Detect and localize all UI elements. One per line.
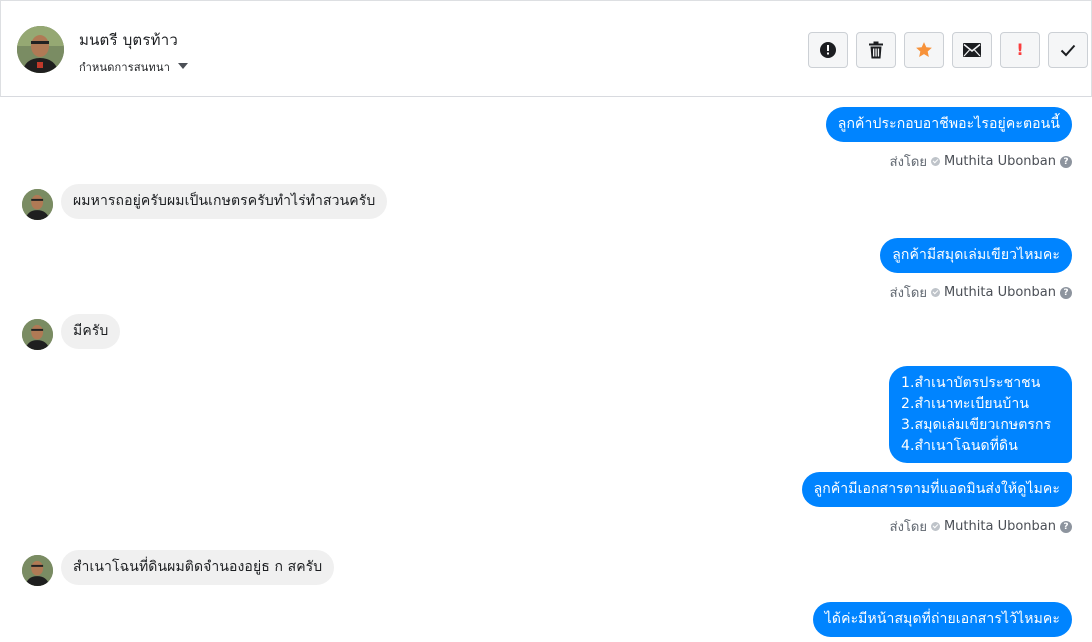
outgoing-message[interactable]: ลูกค้าประกอบอาชีพอะไรอยู่คะตอนนี้ [825,107,1072,142]
exclamation-icon: ! [1016,40,1024,59]
help-icon[interactable]: ? [1060,286,1072,299]
mark-done-button[interactable] [1048,32,1088,68]
delete-button[interactable] [856,32,896,68]
contact-avatar[interactable] [17,26,64,73]
sent-by-label: ส่งโดย Muthita Ubonban ? [890,516,1072,537]
sender-name: Muthita Ubonban [943,519,1056,534]
outgoing-message[interactable]: ลูกค้ามีสมุดเล่มเขียวไหมคะ [880,238,1072,273]
chevron-down-icon [178,63,189,69]
message-thread: ลูกค้าประกอบอาชีพอะไรอยู่คะตอนนี้ ส่งโดย… [0,97,1092,642]
outgoing-message[interactable]: ลูกค้ามีเอกสารตามที่แอดมินส่งให้ดูไมคะ [801,472,1072,507]
alert-circle-icon [820,42,836,58]
incoming-message[interactable]: ผมหารถอยู่ครับผมเป็นเกษตรครับทำไร่ทำสวนค… [61,184,388,219]
conversation-header: มนตรี บุตรท้าว กำหนดการสนทนา ! [0,0,1092,97]
sent-by-prefix: ส่งโดย [889,286,927,301]
star-icon [916,42,932,57]
conversation-actions: ! [808,32,1088,68]
incoming-message[interactable]: สำเนาโฉนที่ดินผมติดจำนองอยู่ธ ก สครับ [61,550,335,585]
mark-unread-button[interactable] [952,32,992,68]
envelope-icon [963,43,981,57]
sender-name: Muthita Ubonban [943,154,1056,169]
star-button[interactable] [904,32,944,68]
verified-check-icon [930,522,940,531]
contact-avatar-small[interactable] [22,555,53,586]
verified-check-icon [930,157,940,166]
incoming-message[interactable]: มีครับ [61,314,121,349]
assign-conversation-dropdown[interactable]: กำหนดการสนทนา [79,58,189,76]
sent-by-prefix: ส่งโดย [889,520,927,535]
verified-check-icon [930,288,940,297]
sender-name: Muthita Ubonban [943,285,1056,300]
outgoing-message-list[interactable]: 1.สำเนาบัตรประชาชน 2.สำเนาทะเบียนบ้าน 3.… [889,366,1072,463]
help-icon[interactable]: ? [1060,520,1072,533]
sent-by-label: ส่งโดย Muthita Ubonban ? [890,151,1072,172]
list-item: 2.สำเนาทะเบียนบ้าน [901,396,1029,412]
contact-name[interactable]: มนตรี บุตรท้าว [79,28,178,52]
help-icon[interactable]: ? [1060,155,1072,168]
contact-avatar-small[interactable] [22,189,53,220]
spam-button[interactable] [808,32,848,68]
list-item: 3.สมุดเล่มเขียวเกษตรกร [901,417,1052,433]
follow-up-button[interactable]: ! [1000,32,1040,68]
trash-icon [869,41,883,59]
check-icon [1060,44,1076,56]
sent-by-label: ส่งโดย Muthita Ubonban ? [890,282,1072,303]
outgoing-message[interactable]: ได้ค่ะมีหน้าสมุดที่ถ่ายเอกสารไว้ไหมคะ [812,602,1072,637]
assign-conversation-label: กำหนดการสนทนา [79,61,171,74]
contact-avatar-small[interactable] [22,319,53,350]
list-item: 4.สำเนาโฉนดที่ดิน [901,438,1018,454]
sent-by-prefix: ส่งโดย [889,155,927,170]
list-item: 1.สำเนาบัตรประชาชน [901,375,1041,391]
